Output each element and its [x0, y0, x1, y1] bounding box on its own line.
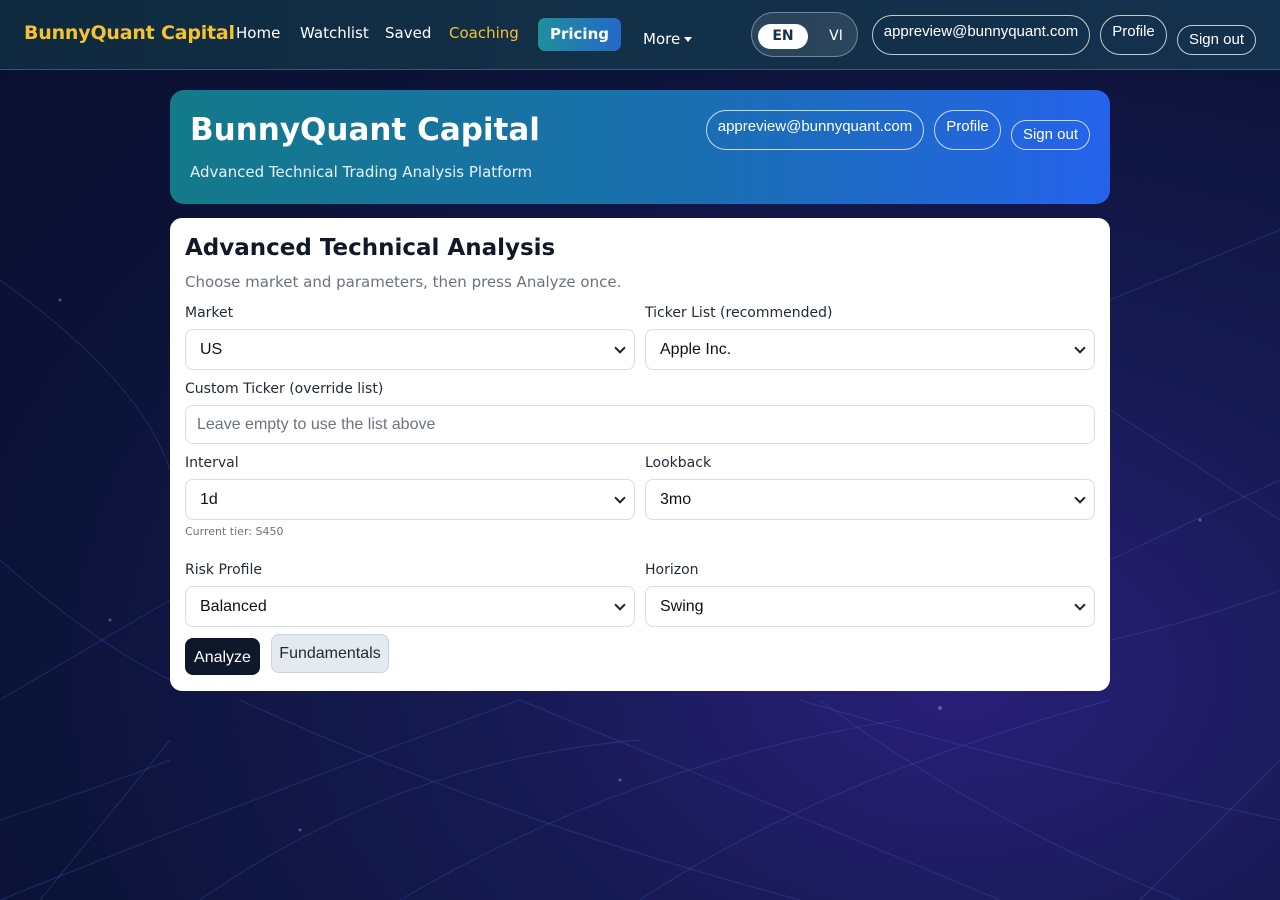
form-title: Advanced Technical Analysis [185, 235, 556, 261]
form-description: Choose market and parameters, then press… [185, 273, 622, 291]
header-profile-button[interactable]: Profile [934, 110, 1001, 150]
lookback-select[interactable]: 3mo [645, 479, 1095, 520]
nav-watchlist[interactable]: Watchlist [300, 24, 369, 42]
horizon-select[interactable]: Swing [645, 586, 1095, 627]
fundamentals-button[interactable]: Fundamentals [271, 634, 389, 673]
brand-logo[interactable]: BunnyQuant Capital [24, 22, 235, 44]
lookback-label: Lookback [645, 455, 712, 471]
pricing-button[interactable]: Pricing [538, 18, 621, 51]
interval-label: Interval [185, 455, 239, 471]
market-label: Market [185, 305, 234, 321]
chevron-down-icon [1074, 492, 1086, 504]
ticker-list-value: Apple Inc. [660, 341, 732, 358]
nav-sign-out-button[interactable]: Sign out [1177, 25, 1256, 55]
ticker-list-label: Ticker List (recommended) [645, 305, 833, 321]
lookback-value: 3mo [660, 491, 692, 508]
lang-vi-option[interactable]: VI [822, 24, 850, 49]
page-subtitle: Advanced Technical Trading Analysis Plat… [190, 163, 533, 181]
risk-profile-label: Risk Profile [185, 562, 262, 578]
interval-value: 1d [200, 491, 218, 508]
custom-ticker-input[interactable] [185, 405, 1095, 444]
nav-email-button[interactable]: appreview@bunnyquant.com [872, 15, 1090, 55]
current-tier-note: Current tier: S450 [185, 525, 284, 538]
page-title: BunnyQuant Capital [190, 112, 540, 148]
risk-profile-select[interactable]: Balanced [185, 586, 635, 627]
caret-down-icon [684, 37, 693, 42]
chevron-down-icon [1074, 599, 1086, 611]
nav-coaching[interactable]: Coaching [449, 24, 519, 42]
nav-saved[interactable]: Saved [385, 24, 431, 42]
custom-ticker-label: Custom Ticker (override list) [185, 381, 384, 397]
header-email-button[interactable]: appreview@bunnyquant.com [706, 110, 924, 150]
chevron-down-icon [614, 599, 626, 611]
market-select[interactable]: US [185, 329, 635, 370]
horizon-value: Swing [660, 598, 704, 615]
ticker-list-select[interactable]: Apple Inc. [645, 329, 1095, 370]
header-banner: BunnyQuant Capital Advanced Technical Tr… [170, 90, 1110, 204]
top-navigation: BunnyQuant Capital Home Watchlist Saved … [0, 0, 1280, 70]
header-sign-out-button[interactable]: Sign out [1011, 120, 1090, 150]
interval-select[interactable]: 1d [185, 479, 635, 520]
nav-home[interactable]: Home [236, 24, 280, 42]
chevron-down-icon [614, 492, 626, 504]
market-value: US [200, 341, 223, 358]
chevron-down-icon [614, 342, 626, 354]
more-menu[interactable]: More [643, 30, 693, 48]
more-label: More [643, 30, 681, 48]
risk-profile-value: Balanced [200, 598, 267, 615]
horizon-label: Horizon [645, 562, 699, 578]
language-toggle: EN VI [751, 12, 858, 57]
analysis-form-card: Advanced Technical Analysis Choose marke… [170, 218, 1110, 691]
nav-profile-button[interactable]: Profile [1100, 15, 1167, 55]
lang-en-option[interactable]: EN [758, 24, 808, 49]
analyze-button[interactable]: Analyze [185, 638, 260, 675]
chevron-down-icon [1074, 342, 1086, 354]
